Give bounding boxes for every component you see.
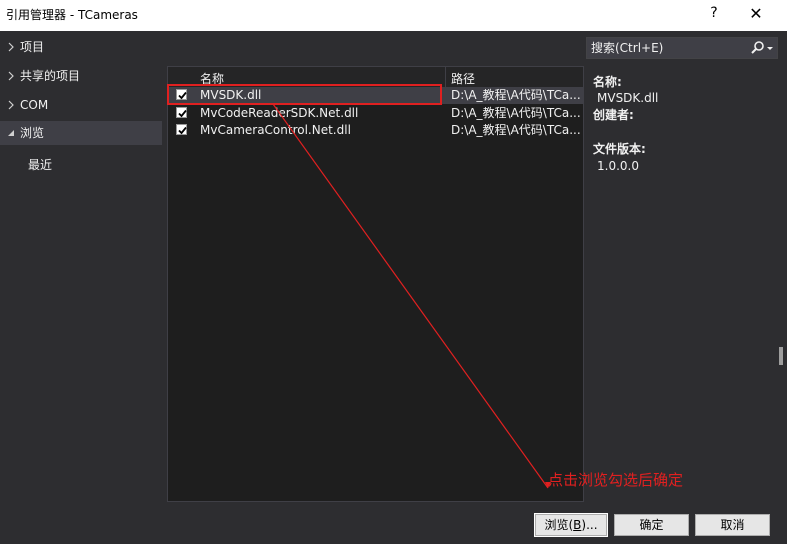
reference-manager-window: 引用管理器 - TCameras ? ✕ 项目 共享的项目 COM 浏览 最近 … — [0, 0, 787, 544]
annotation-arrow — [272, 103, 551, 489]
annotation-text: 点击浏览勾选后确定 — [548, 471, 684, 489]
